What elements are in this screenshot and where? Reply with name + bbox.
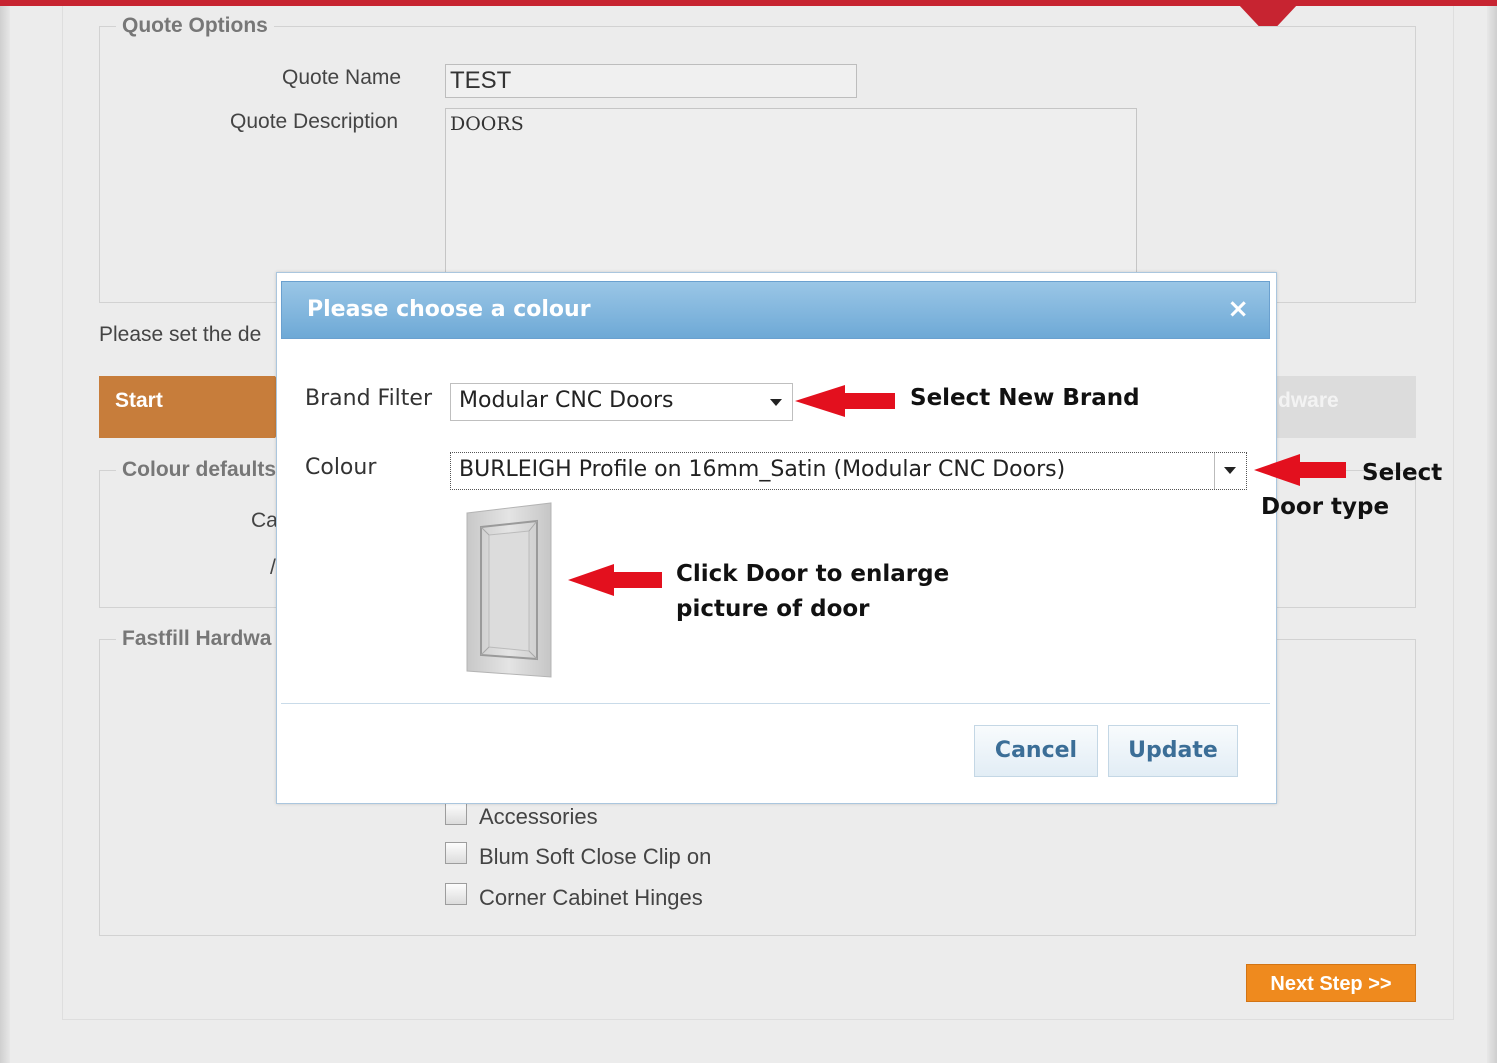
close-icon[interactable]: ×: [1227, 296, 1249, 322]
quote-name-input[interactable]: TEST: [445, 64, 857, 98]
update-button[interactable]: Update: [1108, 725, 1238, 777]
blum-soft-close-label[interactable]: Blum Soft Close Clip on: [479, 844, 711, 870]
accessories-checkbox[interactable]: [445, 803, 467, 825]
red-arrow-icon: [568, 564, 662, 596]
annotation-door-type: Door type: [1261, 494, 1390, 520]
accessories-label[interactable]: Accessories: [479, 804, 598, 830]
step-hardware[interactable]: dware: [1266, 376, 1416, 438]
checkbox-row[interactable]: [445, 842, 467, 864]
choose-colour-dialog: Please choose a colour × Brand Filter Mo…: [276, 272, 1277, 804]
dialog-divider: [281, 703, 1270, 704]
corner-cabinet-hinges-label[interactable]: Corner Cabinet Hinges: [479, 885, 703, 911]
blum-soft-close-checkbox[interactable]: [445, 842, 467, 864]
red-arrow-icon: [795, 385, 895, 417]
fastfill-legend: Fastfill Hardwa: [122, 627, 272, 650]
cancel-button[interactable]: Cancel: [974, 725, 1098, 777]
dialog-title: Please choose a colour: [307, 297, 591, 322]
red-arrow-icon: [1254, 454, 1346, 486]
door-thumbnail[interactable]: [463, 501, 555, 679]
right-frame-shadow: [1487, 0, 1497, 1063]
corner-cabinet-hinges-checkbox[interactable]: [445, 883, 467, 905]
chevron-down-icon: [770, 399, 782, 406]
left-frame-shadow: [0, 0, 10, 1063]
colour-dropdown-button[interactable]: [1214, 453, 1246, 489]
dialog-header: Please choose a colour ×: [281, 281, 1270, 339]
quote-options-legend: Quote Options: [122, 14, 268, 37]
colour-select[interactable]: BURLEIGH Profile on 16mm_Satin (Modular …: [450, 452, 1247, 490]
chevron-down-icon: [1224, 467, 1236, 474]
brand-filter-value: Modular CNC Doors: [459, 388, 674, 413]
quote-description-label: Quote Description: [230, 110, 399, 133]
colour-defaults-partial-label: Ca: [251, 509, 278, 532]
next-step-button[interactable]: Next Step >>: [1246, 964, 1416, 1002]
colour-label: Colour: [305, 455, 377, 480]
colour-defaults-legend: Colour defaults: [122, 458, 277, 481]
colour-value: BURLEIGH Profile on 16mm_Satin (Modular …: [459, 457, 1066, 482]
annotation-select-brand: Select New Brand: [910, 385, 1140, 411]
annotation-select: Select: [1362, 460, 1443, 486]
quote-description-textarea[interactable]: DOORS: [445, 108, 1137, 278]
annotation-click-door: Click Door to enlarge: [676, 561, 950, 587]
brand-filter-label: Brand Filter: [305, 386, 433, 411]
annotation-enlarge: picture of door: [676, 596, 870, 622]
colour-defaults-partial-label-2: /: [270, 556, 276, 579]
step-start[interactable]: Start: [99, 376, 297, 438]
checkbox-row[interactable]: [445, 883, 467, 905]
brand-filter-select[interactable]: Modular CNC Doors: [450, 383, 793, 421]
checkbox-row[interactable]: [445, 803, 467, 825]
quote-name-label: Quote Name: [282, 66, 402, 89]
instructions-text: Please set the de: [99, 323, 262, 346]
